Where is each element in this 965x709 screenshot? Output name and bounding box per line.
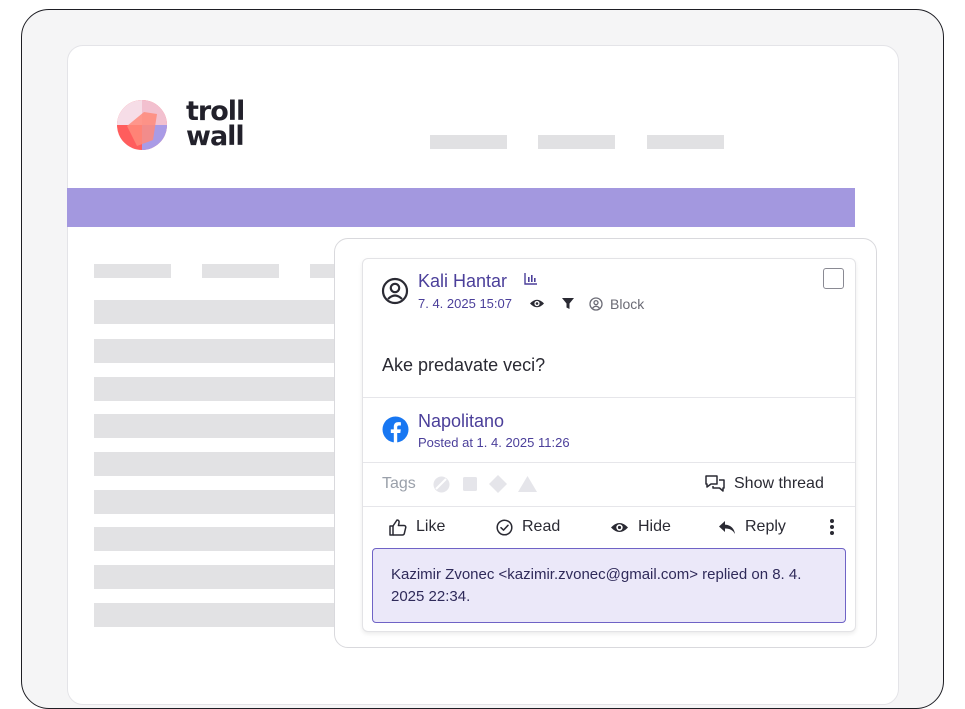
reply-arrow-icon: [719, 520, 735, 534]
comment-timestamp: 7. 4. 2025 15:07: [418, 296, 512, 311]
read-button[interactable]: Read: [496, 516, 560, 538]
like-label: Like: [416, 518, 446, 535]
eye-icon: [611, 522, 628, 532]
more-options-icon[interactable]: [829, 518, 835, 536]
comment-author[interactable]: Kali Hantar: [418, 270, 507, 292]
post-page-name[interactable]: Napolitano: [418, 410, 504, 432]
nav-placeholder: [647, 135, 724, 149]
block-button[interactable]: Block: [610, 296, 644, 312]
placeholder-line: [94, 339, 339, 363]
facebook-icon: [382, 416, 409, 443]
stats-icon[interactable]: [524, 272, 538, 285]
placeholder-line: [94, 414, 339, 438]
placeholder-line: [94, 603, 339, 627]
placeholder-line: [94, 377, 339, 401]
divider: [363, 462, 855, 463]
block-icon[interactable]: [589, 297, 603, 311]
user-circle-icon: [381, 277, 409, 305]
reply-notice-text: Kazimir Zvonec <kazimir.zvonec@gmail.com…: [391, 566, 802, 605]
reply-button[interactable]: Reply: [718, 516, 786, 538]
divider: [363, 506, 855, 507]
select-checkbox[interactable]: [823, 268, 844, 289]
circle-tag-icon[interactable]: [433, 476, 450, 493]
reply-notice: Kazimir Zvonec <kazimir.zvonec@gmail.com…: [372, 548, 846, 623]
divider: [363, 397, 855, 398]
placeholder-line: [94, 264, 171, 278]
header-banner: [67, 188, 855, 227]
eye-icon[interactable]: [529, 297, 545, 310]
check-circle-icon: [496, 518, 513, 536]
hide-button[interactable]: Hide: [610, 516, 671, 538]
placeholder-line: [94, 490, 339, 514]
reply-label: Reply: [745, 518, 786, 535]
placeholder-line: [94, 565, 339, 589]
nav-placeholder: [538, 135, 615, 149]
placeholder-line: [94, 300, 339, 324]
diamond-tag-icon[interactable]: [488, 474, 508, 494]
read-label: Read: [522, 518, 561, 535]
triangle-tag-icon[interactable]: [518, 476, 537, 492]
like-button[interactable]: Like: [389, 516, 445, 538]
comment-text: Ake predavate veci?: [382, 355, 546, 375]
post-timestamp[interactable]: Posted at 1. 4. 2025 11:26: [418, 435, 570, 451]
hide-label: Hide: [638, 518, 671, 535]
square-tag-icon[interactable]: [463, 477, 477, 491]
placeholder-line: [202, 264, 279, 278]
placeholder-line: [94, 527, 339, 551]
trollwall-logo-icon: [117, 100, 167, 150]
tags-label: Tags: [382, 475, 416, 492]
filter-icon[interactable]: [561, 297, 575, 310]
trollwall-logo-text: troll wall: [186, 96, 245, 152]
placeholder-line: [94, 452, 339, 476]
show-thread-button[interactable]: Show thread: [734, 474, 824, 494]
thumbs-up-icon: [389, 518, 407, 536]
nav-placeholder: [430, 135, 507, 149]
chat-bubbles-icon[interactable]: [704, 474, 726, 493]
